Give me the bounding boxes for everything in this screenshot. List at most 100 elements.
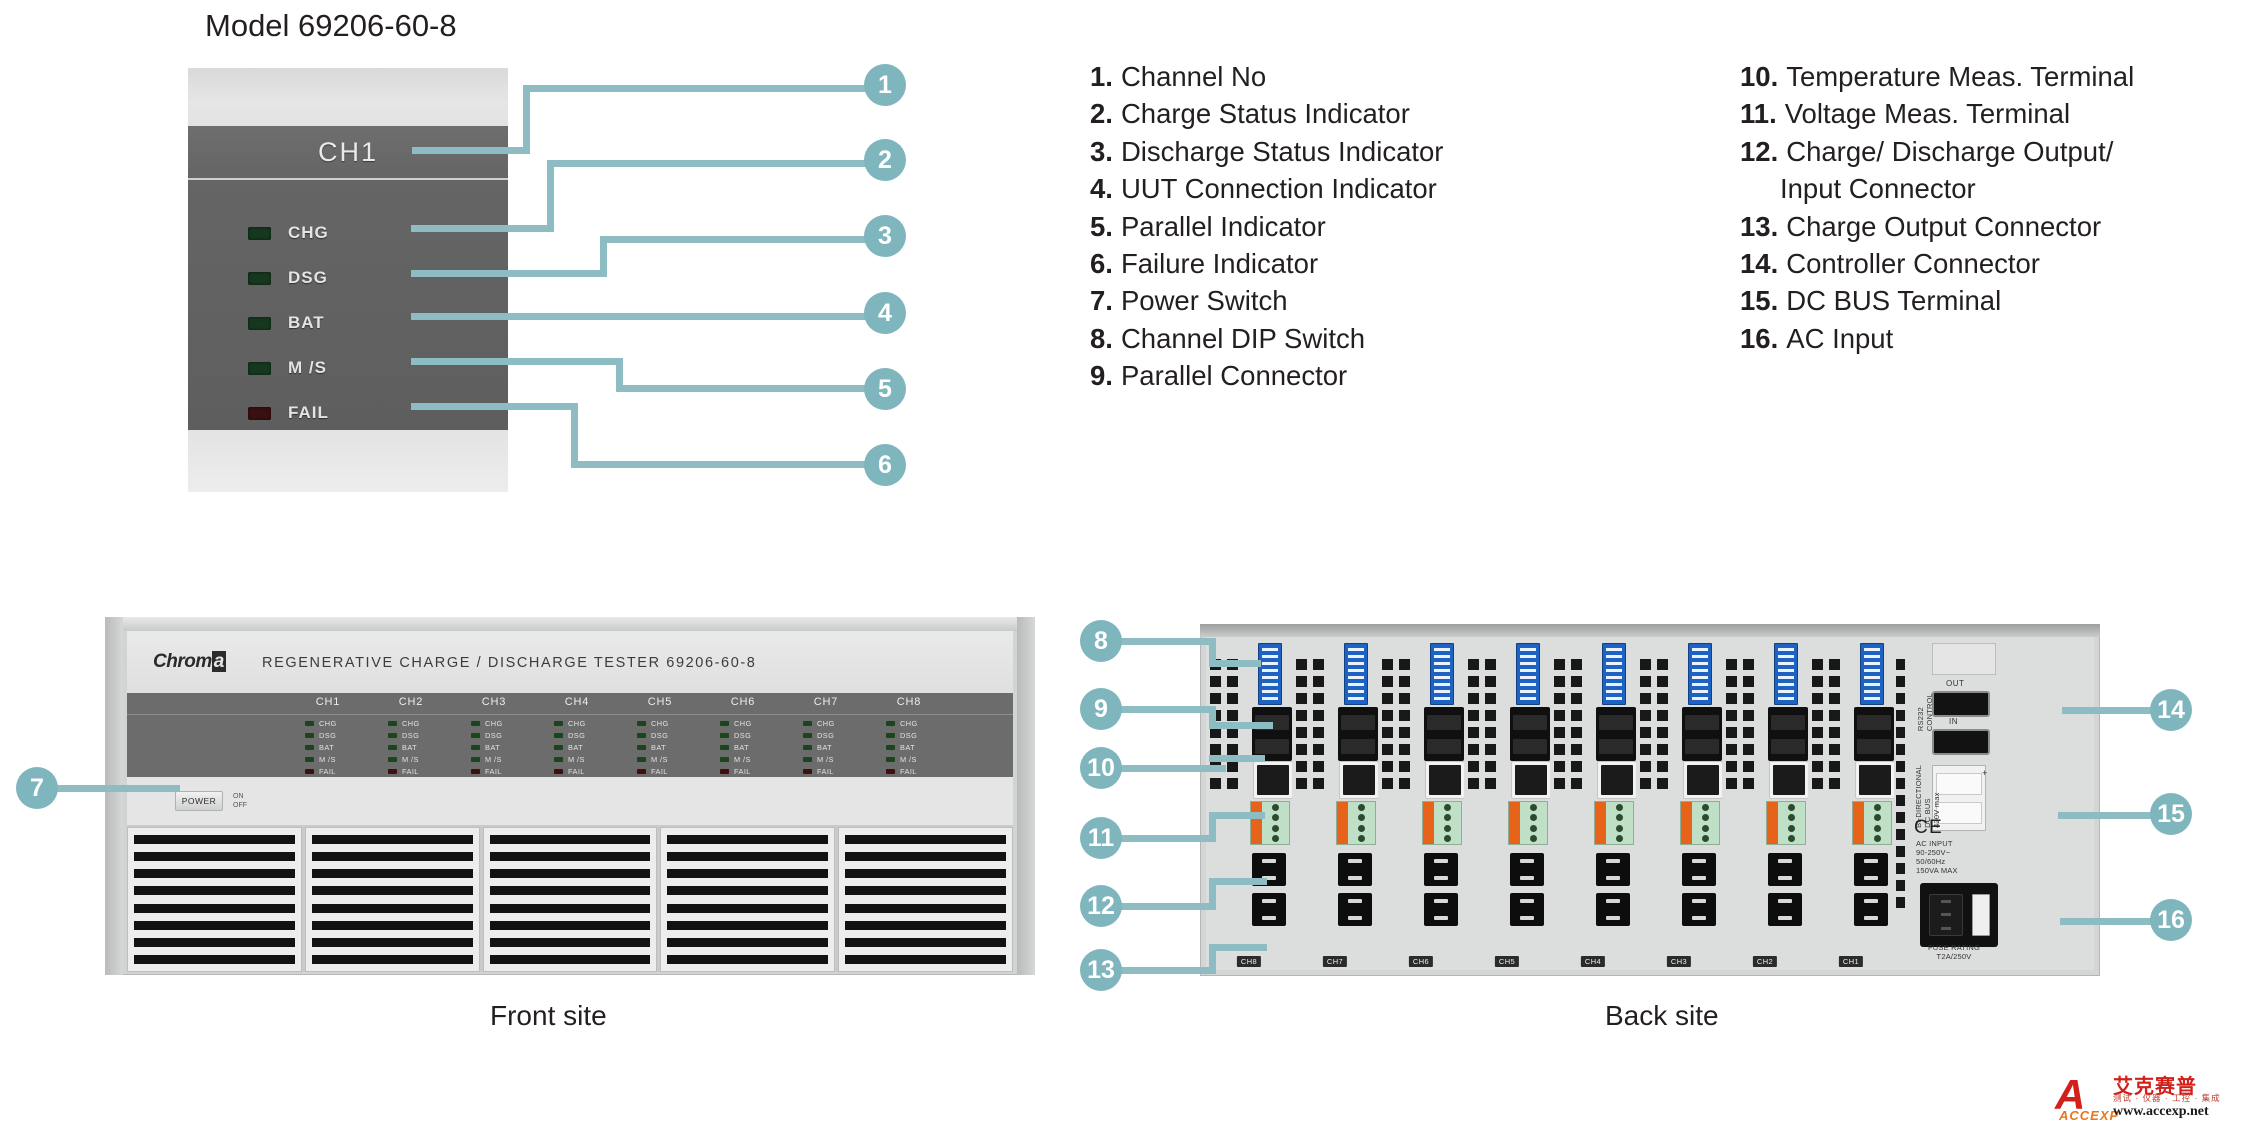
channel-dip-switch[interactable] [1602,643,1626,705]
channel-dip-switch[interactable] [1258,643,1282,705]
led-red-icon [554,768,563,774]
parallel-connector[interactable] [1510,707,1550,761]
front-panel-detail-photo: CH1 CHG DSG BAT M /S FAIL [188,68,508,492]
channel-dip-switch[interactable] [1516,643,1540,705]
voltage-meas-terminal[interactable] [1422,801,1462,845]
power-switch-marks: ON OFF [233,792,247,810]
led-red-icon [305,768,314,774]
charge-output-connector[interactable] [1252,893,1286,926]
voltage-meas-terminal[interactable] [1508,801,1548,845]
parallel-connector[interactable] [1596,707,1636,761]
callout-16: 16 [2150,899,2192,941]
front-model-line: REGENERATIVE CHARGE / DISCHARGE TESTER 6… [262,655,757,671]
front-led-label: M /S [817,754,834,764]
temperature-meas-terminal[interactable] [1511,761,1551,799]
charge-discharge-output-connector[interactable] [1338,853,1372,886]
led-green-icon [886,720,895,726]
led-green-icon [720,732,729,738]
parallel-connector[interactable] [1682,707,1722,761]
channel-dip-switch[interactable] [1344,643,1368,705]
legend-text: Discharge Status Indicator [1120,135,1444,167]
back-channel-tag: CH7 [1322,956,1348,967]
channel-dip-switch[interactable] [1688,643,1712,705]
voltage-meas-terminal[interactable] [1766,801,1806,845]
charge-output-connector[interactable] [1424,893,1458,926]
callout-13: 13 [1080,949,1122,991]
legend-number: 16. [1740,322,1779,354]
vent-holes [1296,659,1324,789]
power-switch-group[interactable]: POWER ON OFF [175,791,247,811]
charge-output-connector[interactable] [1682,893,1716,926]
channel-dip-switch[interactable] [1430,643,1454,705]
fuse-holder[interactable] [1971,894,1990,936]
photo-top-bezel [188,68,508,126]
accexp-watermark-logo: A ACCEXP 艾克赛普 测试 · 仪器 · 工控 · 集成 www.acce… [2055,1068,2245,1126]
temperature-meas-terminal[interactable] [1425,761,1465,799]
legend-text: UUT Connection Indicator [1120,173,1437,205]
front-led-column-ch8: CHG DSG BAT M /S FAIL [886,717,944,777]
front-ventilation-grilles [127,825,1013,972]
leader-line-11c [1209,812,1265,819]
charge-output-connector[interactable] [1596,893,1630,926]
front-led-label: CHG [568,718,586,728]
voltage-meas-terminal[interactable] [1250,801,1290,845]
led-green-icon [305,720,314,726]
temperature-meas-terminal[interactable] [1597,761,1637,799]
controller-connector-out[interactable] [1932,691,1990,717]
charge-output-connector[interactable] [1510,893,1544,926]
parallel-connector[interactable] [1338,707,1378,761]
leader-line-6c [571,461,871,468]
charge-discharge-output-connector[interactable] [1510,853,1544,886]
led-green-icon [305,756,314,762]
ac-input-inlet[interactable] [1920,883,1998,947]
leader-line-12c [1209,878,1267,885]
legend-number: 4. [1090,173,1113,205]
charge-output-connector[interactable] [1768,893,1802,926]
front-led-label: CHG [319,718,337,728]
charge-discharge-output-connector[interactable] [1424,853,1458,886]
charge-discharge-output-connector[interactable] [1768,853,1802,886]
channel-dip-switch[interactable] [1860,643,1884,705]
temperature-meas-terminal[interactable] [1253,761,1293,799]
leader-line-9c [1209,722,1273,729]
parallel-connector[interactable] [1854,707,1894,761]
temperature-meas-terminal[interactable] [1769,761,1809,799]
front-unit-photo: Chrom a REGENERATIVE CHARGE / DISCHARGE T… [105,617,1035,975]
chroma-logo-mark: a [211,651,226,672]
voltage-meas-terminal[interactable] [1594,801,1634,845]
parallel-connector[interactable] [1252,707,1292,761]
back-channel-column: CH5 [1464,637,1551,970]
legend-item-7: 7. Power Switch [1090,282,1443,319]
charge-output-connector[interactable] [1338,893,1372,926]
parallel-connector[interactable] [1768,707,1808,761]
voltage-meas-terminal[interactable] [1336,801,1376,845]
parallel-connector[interactable] [1424,707,1464,761]
controller-connector-in[interactable] [1932,729,1990,755]
back-top-lip [1200,624,2100,637]
temperature-meas-terminal[interactable] [1855,761,1895,799]
temperature-meas-terminal[interactable] [1683,761,1723,799]
vent-grille [660,827,836,972]
front-channel-name: CH4 [564,696,590,708]
led-green-icon [803,756,812,762]
back-channel-column: CH4 [1550,637,1637,970]
charge-output-connector[interactable] [1854,893,1888,926]
charge-discharge-output-connector[interactable] [1854,853,1888,886]
voltage-meas-terminal[interactable] [1852,801,1892,845]
vent-holes [1726,659,1754,789]
front-led-label: FAIL [900,766,917,776]
temperature-meas-terminal[interactable] [1339,761,1379,799]
led-green-icon [637,732,646,738]
legend-text: AC Input [1786,322,1894,354]
led-red-icon [388,768,397,774]
charge-discharge-output-connector[interactable] [1596,853,1630,886]
front-led-label: BAT [817,742,833,752]
led-green-icon [305,732,314,738]
channel-dip-switch[interactable] [1774,643,1798,705]
voltage-meas-terminal[interactable] [1680,801,1720,845]
charge-discharge-output-connector[interactable] [1682,853,1716,886]
leader-line-3 [411,270,607,277]
power-switch[interactable]: POWER [175,791,223,811]
led-green-icon [886,756,895,762]
watermark-url: www.accexp.net [2113,1104,2209,1119]
